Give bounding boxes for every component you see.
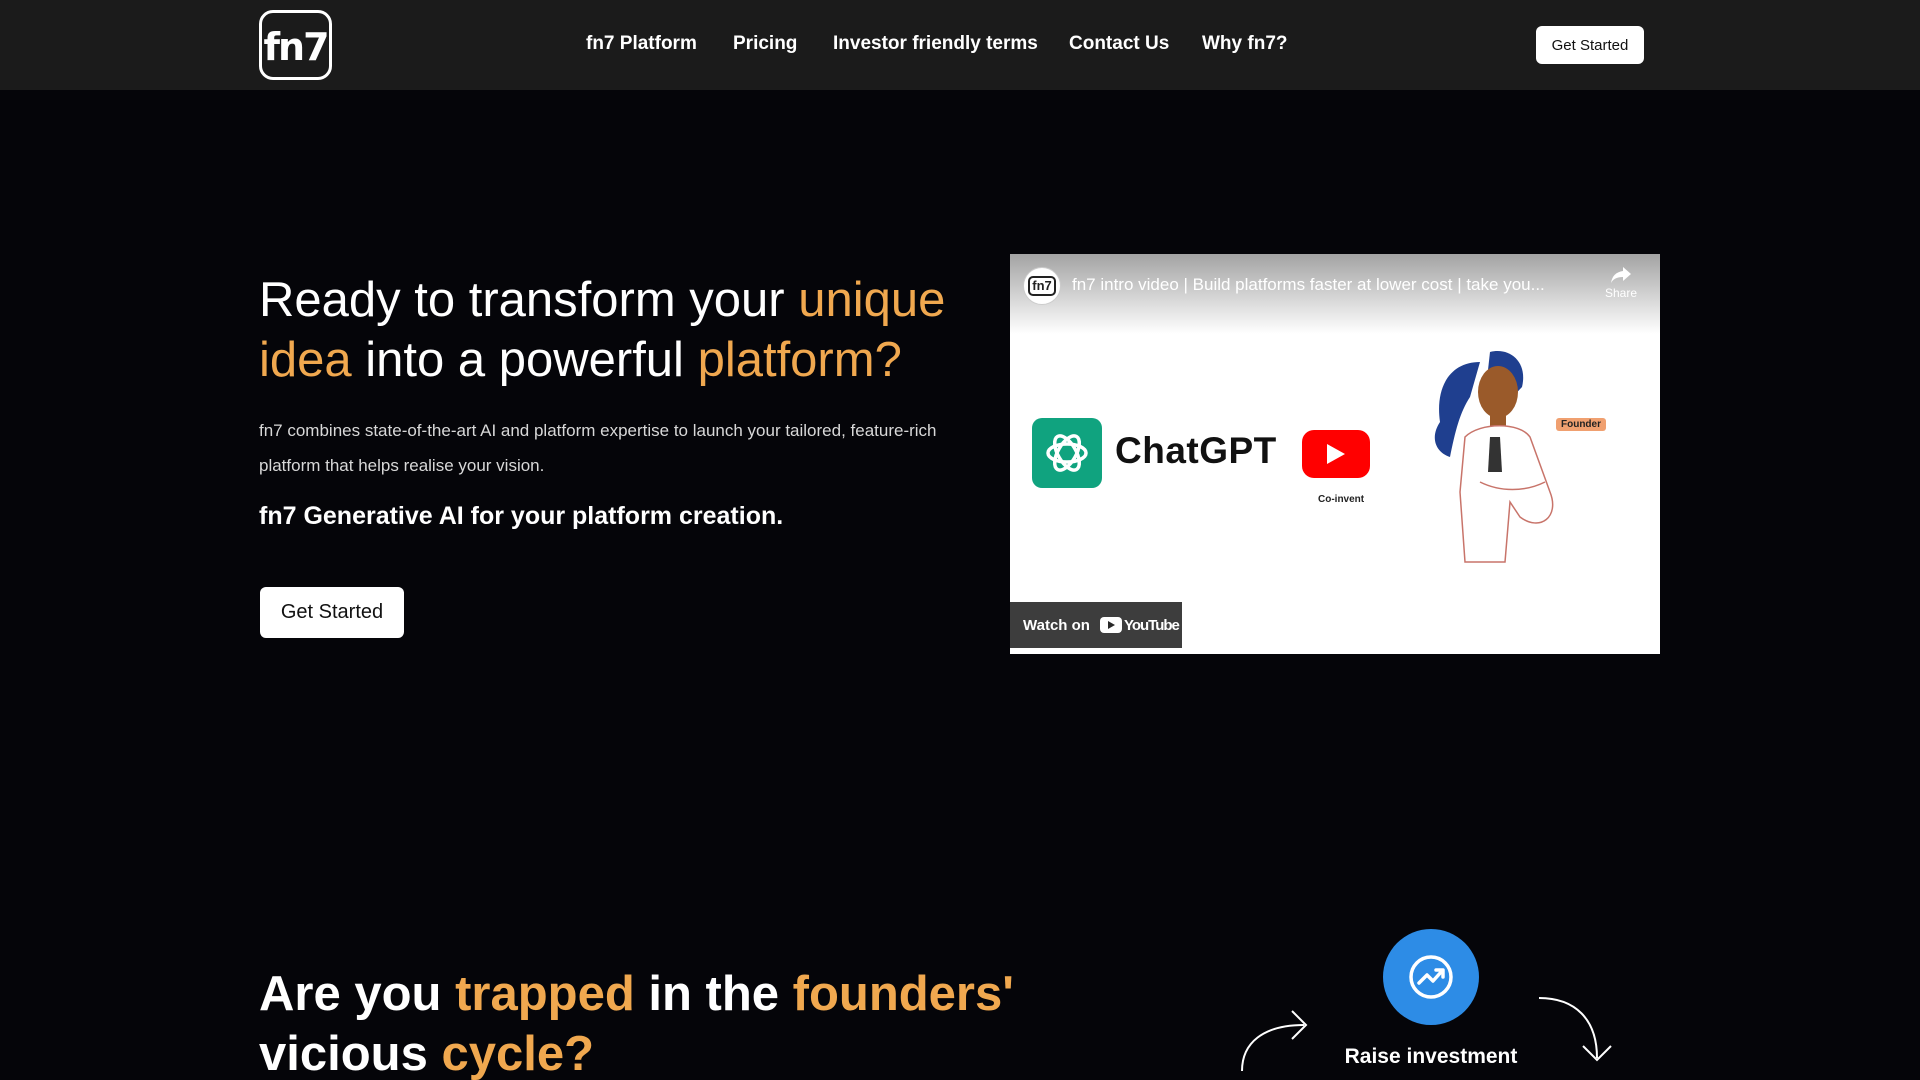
fn7-logo[interactable]: fn7	[259, 10, 332, 80]
youtube-video-embed[interactable]: fn7 fn7 intro video | Build platforms fa…	[1010, 254, 1660, 654]
curved-arrow-icon	[1241, 1010, 1308, 1072]
watch-on-label: Watch on	[1023, 616, 1090, 634]
channel-avatar-text: fn7	[1028, 276, 1056, 296]
openai-knot-icon	[1032, 418, 1102, 488]
founder-illustration	[1434, 351, 1554, 563]
co-invent-label: Co-invent	[1318, 494, 1365, 505]
youtube-small-play-icon	[1099, 617, 1122, 633]
cycle-title-part-2: in the	[634, 967, 793, 1021]
video-title[interactable]: fn7 intro video | Build platforms faster…	[1072, 275, 1592, 295]
nav-fn7-platform[interactable]: fn7 Platform	[586, 30, 697, 58]
watch-on-youtube-button[interactable]: Watch on YouTube	[1010, 602, 1182, 648]
channel-avatar[interactable]: fn7	[1023, 267, 1061, 305]
trending-up-circle-icon	[1409, 955, 1453, 999]
nav-investor-terms[interactable]: Investor friendly terms	[833, 30, 1038, 58]
vicious-cycle-title: Are you trapped in the founders' vicious…	[259, 964, 1019, 1080]
youtube-label: YouTube	[1123, 616, 1180, 634]
raise-investment-label: Raise investment	[1344, 1045, 1518, 1068]
curved-arrow-down-icon	[1538, 997, 1612, 1062]
nav-why-fn7[interactable]: Why fn7?	[1202, 30, 1288, 58]
cycle-title-accent-1: trapped	[455, 967, 635, 1021]
hero-subheading: fn7 Generative AI for your platform crea…	[259, 502, 784, 530]
chatgpt-label: ChatGPT	[1115, 430, 1277, 471]
youtube-play-icon[interactable]	[1302, 430, 1370, 478]
hero-title-part-2: into a powerful	[351, 333, 698, 387]
founder-badge: Founder	[1556, 418, 1606, 431]
raise-investment-icon-circle	[1383, 929, 1479, 1025]
youtube-logo: YouTube	[1099, 616, 1180, 634]
cycle-title-part-1: Are you	[259, 967, 456, 1021]
get-started-header-button[interactable]: Get Started	[1536, 26, 1644, 64]
logo-text: fn7	[263, 25, 329, 69]
site-header: fn7 fn7 Platform Pricing Investor friend…	[0, 0, 1920, 90]
hero-description: fn7 combines state-of-the-art AI and pla…	[259, 421, 937, 475]
hero-title-accent-2: platform?	[697, 333, 902, 387]
share-button[interactable]: Share	[1596, 266, 1646, 300]
hero-title-part-1: Ready to transform your	[259, 273, 799, 327]
nav-pricing[interactable]: Pricing	[733, 30, 797, 58]
cycle-title-part-3: vicious	[259, 1027, 442, 1080]
nav-contact-us[interactable]: Contact Us	[1069, 30, 1169, 58]
share-arrow-icon	[1611, 267, 1631, 283]
cycle-title-accent-2: founders'	[792, 967, 1014, 1021]
get-started-hero-button[interactable]: Get Started	[260, 587, 404, 638]
share-label: Share	[1604, 286, 1638, 300]
cycle-title-accent-3: cycle?	[441, 1027, 595, 1080]
hero-title: Ready to transform your unique idea into…	[259, 270, 979, 390]
